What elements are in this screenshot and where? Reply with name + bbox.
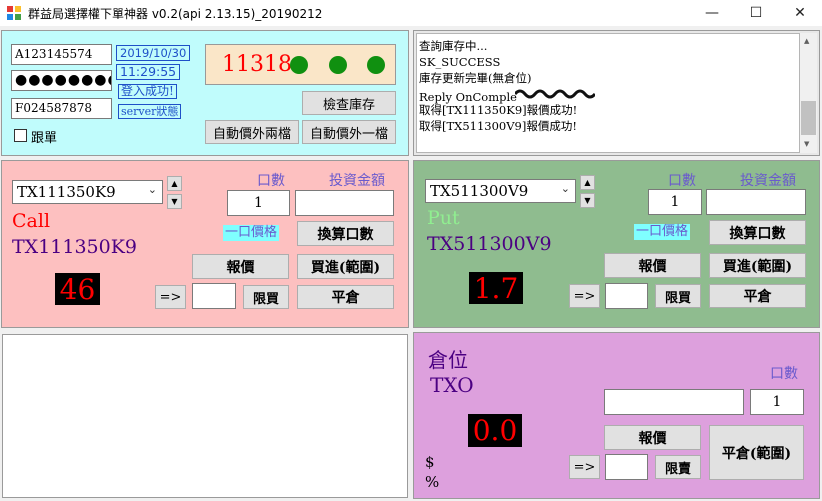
- call-amount-input[interactable]: [295, 190, 394, 216]
- call-down-arrow-icon[interactable]: ▼: [167, 194, 182, 209]
- put-lots-input[interactable]: 1: [648, 189, 702, 215]
- position-lots-label: 口數: [770, 366, 798, 382]
- window-title: 群益局選擇權下單神器 v0.2(api 2.13.15)_20190212: [28, 7, 323, 21]
- call-panel: TX111350K9 ⌄ ▲ ▼ Call TX111350K9 46 口數 投…: [1, 160, 409, 328]
- scroll-up-icon[interactable]: ▲: [804, 37, 809, 45]
- put-panel: TX511300V9 ⌄ ▲ ▼ Put TX511300V9 1.7 口數 投…: [413, 160, 820, 328]
- follow-label: 跟單: [31, 131, 58, 146]
- put-one-lot-price-label: 一口價格: [634, 224, 691, 240]
- call-convert-lots-button[interactable]: 換算口數: [297, 221, 394, 246]
- log-line: 庫存更新完畢(無倉位): [419, 71, 532, 85]
- call-limit-buy-button[interactable]: 限買: [243, 285, 289, 309]
- close-button[interactable]: ✕: [778, 0, 822, 26]
- maximize-button[interactable]: ☐: [734, 0, 778, 26]
- scrollbar-thumb[interactable]: [801, 101, 816, 135]
- call-amount-label: 投資金額: [329, 173, 385, 189]
- app-icon: [7, 6, 21, 20]
- put-amount-input[interactable]: [706, 189, 806, 215]
- put-arrow-button[interactable]: =>: [569, 284, 600, 308]
- put-convert-lots-button[interactable]: 換算口數: [709, 220, 806, 245]
- call-type-label: Call: [12, 210, 51, 232]
- follow-checkbox[interactable]: [14, 129, 27, 142]
- put-quote-button[interactable]: 報價: [604, 253, 701, 278]
- put-symbol-select[interactable]: TX511300V9 ⌄: [425, 179, 576, 203]
- put-symbol-value: TX511300V9: [430, 182, 529, 200]
- position-title: 倉位: [428, 348, 468, 372]
- position-percent-label: %: [425, 473, 440, 491]
- call-one-lot-price-label: 一口價格: [223, 225, 280, 241]
- time-display: 11:29:55: [116, 64, 181, 80]
- futures-account-input[interactable]: F024587878: [11, 98, 112, 119]
- position-close-range-button[interactable]: 平倉(範圍): [709, 425, 804, 480]
- log-line: Reply OnComple: [419, 90, 517, 104]
- call-arrow-button[interactable]: =>: [155, 285, 186, 309]
- put-close-position-button[interactable]: 平倉: [709, 284, 806, 308]
- login-status: 登入成功!: [118, 84, 177, 99]
- log-line-reply: Reply OnComple: [419, 86, 595, 104]
- position-limit-price-input[interactable]: [605, 454, 648, 480]
- server-status: server狀態: [118, 104, 182, 119]
- call-quote-button[interactable]: 報價: [192, 254, 289, 279]
- position-symbol-input[interactable]: [604, 389, 744, 415]
- put-name-label: TX511300V9: [427, 233, 552, 255]
- password-input[interactable]: ●●●●●●●●●: [11, 70, 112, 91]
- log-line: 查詢庫存中...: [419, 39, 488, 53]
- log-box[interactable]: 查詢庫存中... SK_SUCCESS 庫存更新完畢(無倉位) Reply On…: [416, 33, 800, 153]
- chevron-down-icon: ⌄: [147, 183, 157, 196]
- log-line: 取得[TX511300V9]報價成功!: [419, 119, 577, 133]
- position-panel: 倉位 TXO 口數 1 0.0 $ % 報價 平倉(範圍) => 限賣: [413, 332, 820, 499]
- message-box[interactable]: [2, 334, 408, 498]
- ticker-box: 11318: [205, 44, 396, 85]
- call-close-position-button[interactable]: 平倉: [297, 285, 394, 309]
- log-scrollbar[interactable]: ▲ ▼: [800, 33, 817, 153]
- put-buy-range-button[interactable]: 買進(範圍): [709, 253, 806, 278]
- call-price-display: 46: [55, 273, 100, 306]
- put-amount-label: 投資金額: [740, 173, 796, 189]
- check-inventory-button[interactable]: 檢查庫存: [302, 91, 396, 115]
- account-input[interactable]: A123145574: [11, 44, 112, 65]
- auto-out-one-button[interactable]: 自動價外一檔: [302, 120, 396, 144]
- log-panel: 查詢庫存中... SK_SUCCESS 庫存更新完畢(無倉位) Reply On…: [413, 30, 820, 156]
- auto-out-two-button[interactable]: 自動價外兩檔: [205, 120, 299, 144]
- put-limit-price-input[interactable]: [605, 283, 648, 309]
- put-lots-label: 口數: [668, 173, 696, 189]
- call-buy-range-button[interactable]: 買進(範圍): [297, 254, 394, 279]
- call-lots-label: 口數: [257, 173, 285, 189]
- scroll-down-icon[interactable]: ▼: [804, 140, 809, 148]
- chevron-down-icon: ⌄: [560, 182, 570, 195]
- position-value-display: 0.0: [468, 414, 522, 447]
- position-lots-input[interactable]: 1: [750, 389, 804, 415]
- position-market: TXO: [430, 373, 474, 397]
- log-line: SK_SUCCESS: [419, 55, 501, 69]
- put-down-arrow-icon[interactable]: ▼: [580, 193, 595, 208]
- title-bar: 群益局選擇權下單神器 v0.2(api 2.13.15)_20190212 — …: [0, 0, 822, 26]
- ticker-value: 11318: [222, 52, 292, 77]
- date-display: 2019/10/30: [116, 45, 191, 61]
- redaction-scribble: [515, 89, 595, 99]
- put-limit-buy-button[interactable]: 限買: [655, 284, 701, 308]
- call-symbol-select[interactable]: TX111350K9 ⌄: [12, 180, 163, 204]
- login-panel: A123145574 ●●●●●●●●● F024587878 跟單 2019/…: [1, 30, 409, 156]
- log-lines: 查詢庫存中... SK_SUCCESS 庫存更新完畢(無倉位) Reply On…: [419, 38, 595, 134]
- call-lots-input[interactable]: 1: [227, 190, 290, 216]
- call-up-arrow-icon[interactable]: ▲: [167, 176, 182, 191]
- put-type-label: Put: [427, 207, 460, 229]
- put-up-arrow-icon[interactable]: ▲: [580, 175, 595, 190]
- call-symbol-value: TX111350K9: [17, 183, 116, 201]
- position-quote-button[interactable]: 報價: [604, 425, 701, 450]
- log-line: 取得[TX111350K9]報價成功!: [419, 103, 578, 117]
- status-light-1: [290, 56, 308, 74]
- call-name-label: TX111350K9: [12, 236, 138, 258]
- position-arrow-button[interactable]: =>: [569, 455, 600, 479]
- call-limit-price-input[interactable]: [192, 283, 236, 309]
- status-light-2: [329, 56, 347, 74]
- position-limit-sell-button[interactable]: 限賣: [655, 455, 701, 479]
- position-dollar-label: $: [425, 453, 435, 471]
- put-price-display: 1.7: [469, 272, 523, 305]
- status-light-3: [367, 56, 385, 74]
- minimize-button[interactable]: —: [690, 0, 734, 26]
